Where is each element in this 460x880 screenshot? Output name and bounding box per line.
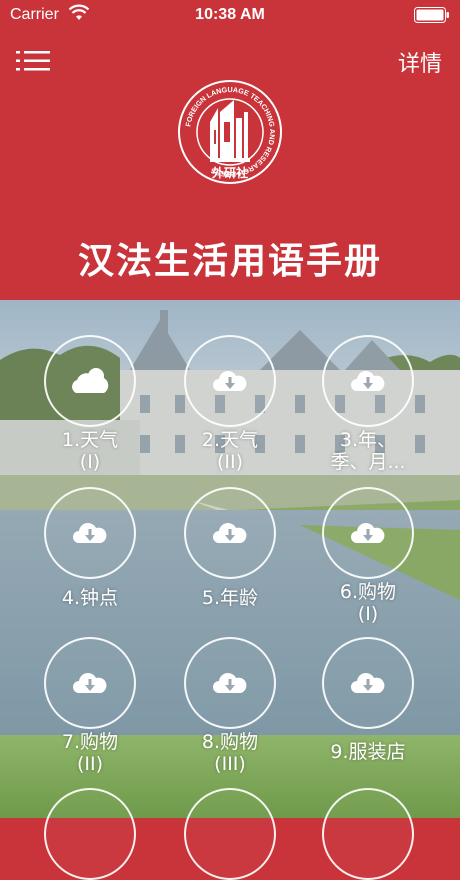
lesson-item[interactable] <box>160 788 300 880</box>
lesson-label: 5.年龄 <box>201 587 259 609</box>
lesson-label: 3.年、 季、月... <box>330 429 406 473</box>
lesson-button[interactable] <box>322 487 414 579</box>
cloud-download-icon <box>351 673 385 693</box>
lesson-item[interactable] <box>298 788 438 880</box>
lesson-button[interactable] <box>44 487 136 579</box>
lesson-button[interactable] <box>44 335 136 427</box>
lesson-label: 4.钟点 <box>61 587 119 609</box>
page-title: 汉法生活用语手册 <box>77 240 382 282</box>
cloud-download-icon <box>73 523 107 543</box>
lesson-item[interactable] <box>20 788 160 880</box>
lesson-grid: 1.天气 (I) 2.天气 (II) 3.年、 季、月... 4.钟点 5.年龄… <box>0 300 460 880</box>
lesson-label: 2.天气 (II) <box>201 429 259 473</box>
cloud-download-icon <box>351 371 385 391</box>
lesson-button[interactable] <box>184 788 276 880</box>
lesson-label: 8.购物 (III) <box>201 731 259 775</box>
lesson-button[interactable] <box>184 487 276 579</box>
lesson-label: 7.购物 (II) <box>61 731 119 775</box>
battery-icon <box>414 7 449 23</box>
lesson-item[interactable]: 6.购物 (I) <box>298 487 438 625</box>
lesson-button[interactable] <box>322 335 414 427</box>
lesson-button[interactable] <box>322 788 414 880</box>
lesson-item[interactable]: 3.年、 季、月... <box>298 335 438 473</box>
lesson-button[interactable] <box>44 637 136 729</box>
lesson-item[interactable]: 4.钟点 <box>20 487 160 609</box>
lesson-item[interactable]: 8.购物 (III) <box>160 637 300 775</box>
status-bar: Carrier 10:38 AM <box>0 0 460 32</box>
lesson-item[interactable]: 5.年龄 <box>160 487 300 609</box>
lesson-label: 9.服装店 <box>330 741 406 763</box>
cloud-download-icon <box>73 673 107 693</box>
lesson-label: 6.购物 (I) <box>339 581 397 625</box>
lesson-item[interactable]: 9.服装店 <box>298 637 438 763</box>
lesson-item[interactable]: 2.天气 (II) <box>160 335 300 473</box>
lesson-button[interactable] <box>184 335 276 427</box>
detail-button[interactable]: 详情 <box>398 46 442 78</box>
cloud-download-icon <box>213 371 247 391</box>
clock-label: 10:38 AM <box>195 6 265 23</box>
logo-chinese-text: 外研社 <box>212 165 248 180</box>
lesson-button[interactable] <box>44 788 136 880</box>
cloud-download-icon <box>213 523 247 543</box>
cloud-download-icon <box>351 523 385 543</box>
lesson-item[interactable]: 7.购物 (II) <box>20 637 160 775</box>
lesson-button[interactable] <box>322 637 414 729</box>
lesson-item[interactable]: 1.天气 (I) <box>20 335 160 473</box>
lesson-button[interactable] <box>184 637 276 729</box>
cloud-download-icon <box>213 673 247 693</box>
cloud-icon <box>72 368 109 393</box>
publisher-logo: FOREIGN LANGUAGE TEACHING AND RESEARCH P… <box>178 80 282 184</box>
lesson-label: 1.天气 (I) <box>61 429 119 473</box>
list-icon[interactable] <box>16 48 50 74</box>
